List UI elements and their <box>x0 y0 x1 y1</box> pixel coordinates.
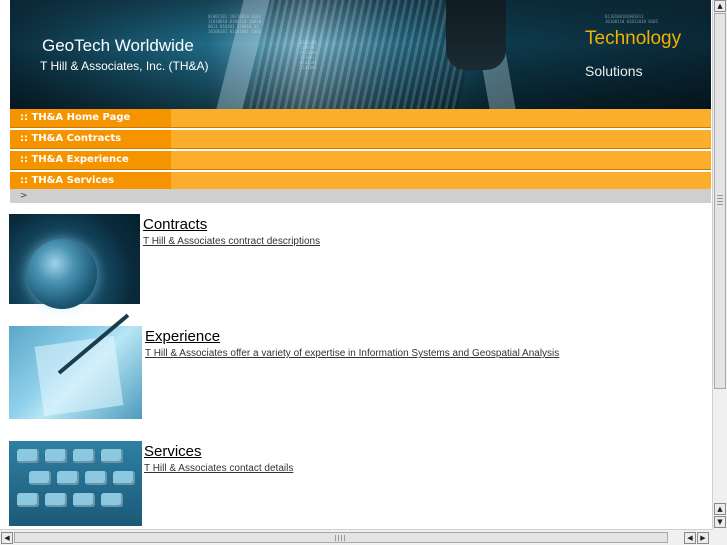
keyboard-key-icon <box>29 471 51 485</box>
arrow-left-icon: ◀ <box>4 534 10 542</box>
keyboard-key-icon <box>101 493 123 507</box>
nav-item-label[interactable]: :: TH&A Contracts <box>10 130 171 148</box>
person-silhouette <box>446 0 506 70</box>
code-overlay: 01001101 10110010 0101 11010010 0100110 … <box>208 14 261 34</box>
code-overlay: 0110100101001011 10100110 01011010 0101 <box>605 14 658 24</box>
globe-image[interactable] <box>9 214 140 309</box>
grip-icon <box>335 535 345 541</box>
breadcrumb: > <box>10 189 711 203</box>
horizontal-scrollbar[interactable]: ◀ ◀ ▶ <box>0 529 712 545</box>
vertical-scrollbar[interactable]: ▲ ▲ ▼ <box>712 0 727 529</box>
arrow-right-icon: ▶ <box>700 534 706 542</box>
scroll-left-button-right[interactable]: ◀ <box>684 532 696 544</box>
nav-item-home[interactable]: :: TH&A Home Page <box>10 109 711 128</box>
keyboard-key-icon <box>45 449 67 463</box>
globe-icon <box>27 239 97 309</box>
site-title: GeoTech Worldwide <box>42 36 194 55</box>
grip-icon <box>717 195 723 205</box>
arrow-down-icon: ▼ <box>717 518 723 526</box>
section-title-link[interactable]: Services <box>144 443 202 460</box>
keyboard-key-icon <box>73 449 95 463</box>
site-subtitle: T Hill & Associates, Inc. (TH&A) <box>40 59 209 73</box>
nav-menu: :: TH&A Home Page :: TH&A Contracts :: T… <box>10 109 711 193</box>
keyboard-key-icon <box>73 493 95 507</box>
arrow-up-icon: ▲ <box>717 2 723 10</box>
tagline-technology: Technology <box>585 28 682 49</box>
section-title-link[interactable]: Contracts <box>143 216 207 233</box>
keyboard-key-icon <box>101 449 123 463</box>
keyboard-key-icon <box>45 493 67 507</box>
nav-item-experience[interactable]: :: TH&A Experience <box>10 151 711 170</box>
header-banner: 01001101 10110010 0101 11010010 0100110 … <box>10 0 711 109</box>
scroll-up-button-lower[interactable]: ▲ <box>714 503 726 515</box>
section-title-link[interactable]: Experience <box>145 328 220 345</box>
breadcrumb-text: > <box>20 191 28 201</box>
keyboard-key-icon <box>85 471 107 485</box>
code-overlay: 0101101 1100101 0110100 1010011 0101101 … <box>300 40 317 70</box>
keyboard-image[interactable] <box>9 441 142 526</box>
scroll-up-button[interactable]: ▲ <box>714 0 726 12</box>
scroll-down-button[interactable]: ▼ <box>714 516 726 528</box>
section-description-link[interactable]: T Hill & Associates contract description… <box>143 236 320 247</box>
nav-item-label[interactable]: :: TH&A Home Page <box>10 109 171 127</box>
nav-item-contracts[interactable]: :: TH&A Contracts <box>10 130 711 149</box>
scroll-left-button[interactable]: ◀ <box>1 532 13 544</box>
horizontal-scroll-thumb[interactable] <box>14 532 668 543</box>
arrow-up-icon: ▲ <box>717 505 723 513</box>
pen-paper-image[interactable] <box>9 313 142 419</box>
keyboard-key-icon <box>17 449 39 463</box>
nav-item-label[interactable]: :: TH&A Services <box>10 172 171 190</box>
tagline-solutions: Solutions <box>585 63 643 79</box>
nav-item-label[interactable]: :: TH&A Experience <box>10 151 171 169</box>
vertical-scroll-thumb[interactable] <box>714 13 726 389</box>
scrollbar-corner <box>712 529 727 545</box>
section-description-link[interactable]: T Hill & Associates offer a variety of e… <box>145 348 559 359</box>
page-viewport: 01001101 10110010 0101 11010010 0100110 … <box>0 0 711 529</box>
keyboard-key-icon <box>17 493 39 507</box>
section-description-link[interactable]: T Hill & Associates contact details <box>144 463 293 474</box>
keyboard-key-icon <box>57 471 79 485</box>
scroll-right-button[interactable]: ▶ <box>697 532 709 544</box>
keyboard-key-icon <box>113 471 135 485</box>
arrow-left-icon: ◀ <box>687 534 693 542</box>
paper-icon <box>34 335 124 417</box>
